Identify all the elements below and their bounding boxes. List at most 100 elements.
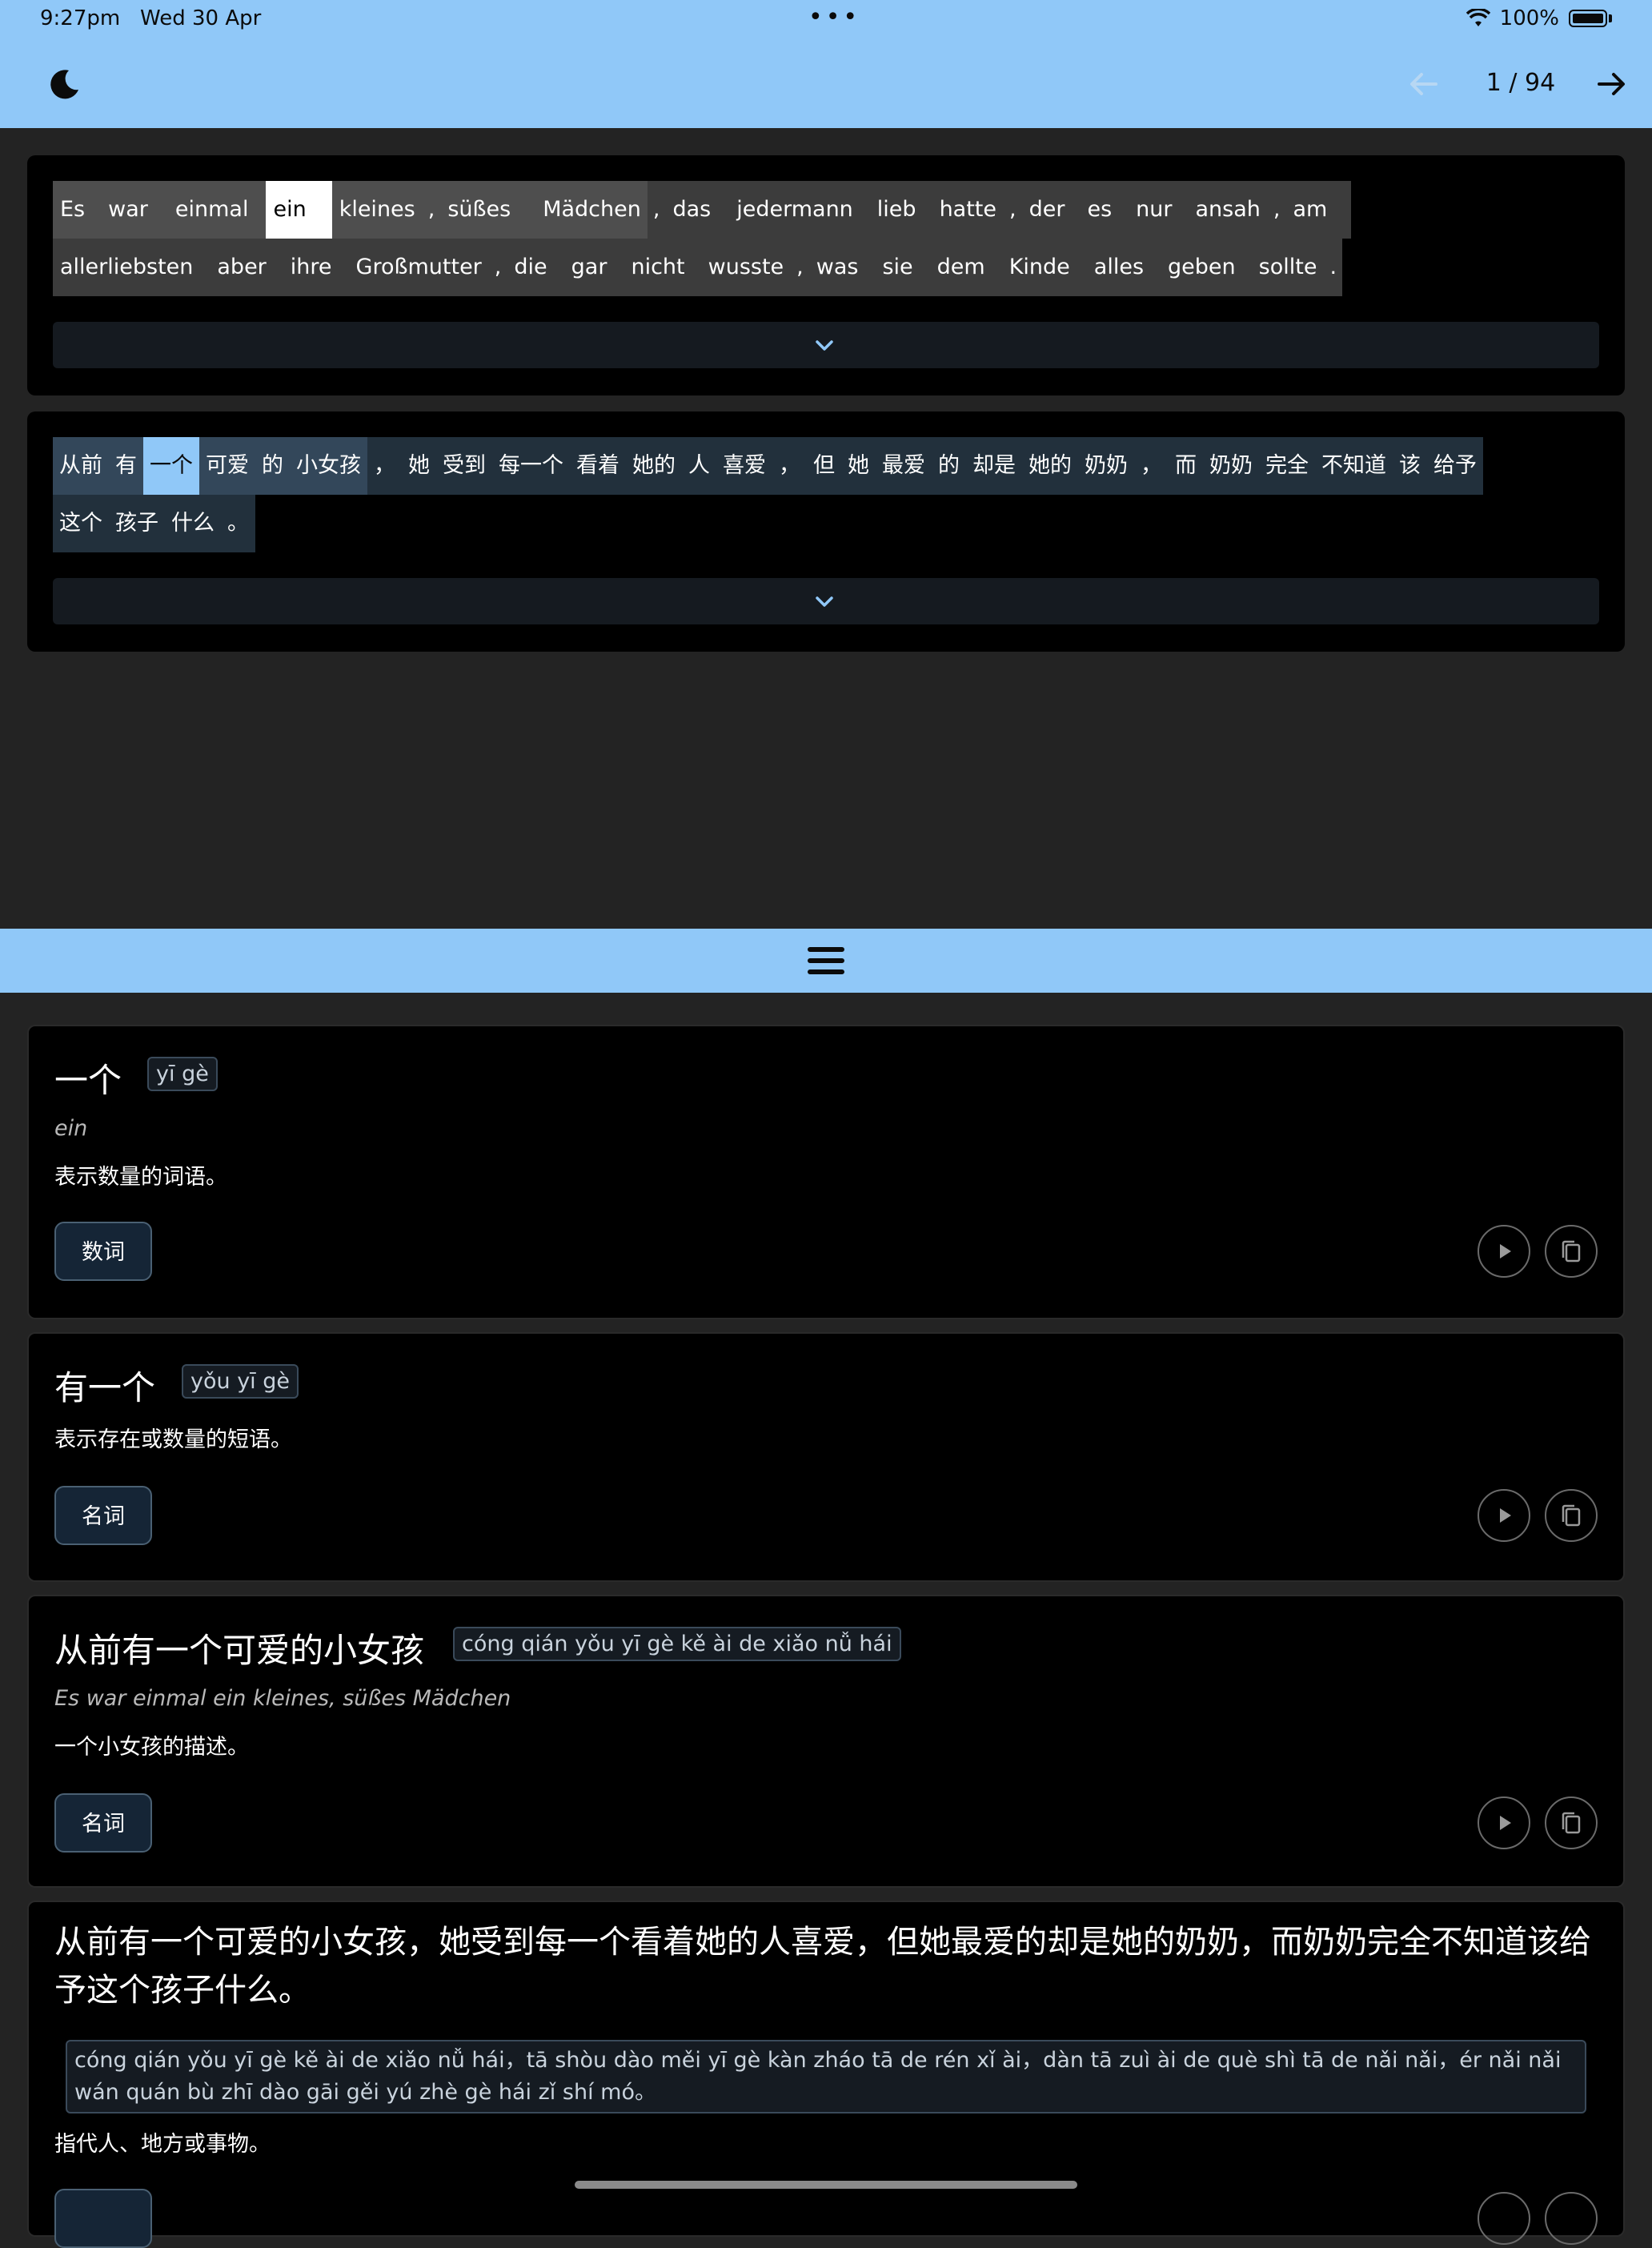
entry-definition: 指代人、地方或事物。 — [54, 2132, 271, 2157]
punct-token[interactable]: ， — [1134, 437, 1169, 495]
play-button[interactable] — [1478, 1489, 1530, 1542]
word-token[interactable]: war — [92, 181, 164, 239]
word-token[interactable]: jedermann — [728, 181, 869, 239]
word-token[interactable]: alles — [1085, 239, 1161, 296]
home-indicator[interactable] — [575, 2181, 1077, 2189]
word-token[interactable]: Kinde — [1000, 239, 1086, 296]
multitasking-dots-icon[interactable]: ••• — [808, 3, 860, 31]
word-token[interactable]: 有 — [109, 437, 143, 495]
word-token[interactable]: 从前 — [53, 437, 109, 495]
word-token[interactable]: gar — [563, 239, 624, 296]
play-button[interactable] — [1478, 2192, 1530, 2245]
word-token[interactable]: das — [665, 181, 729, 239]
word-token[interactable]: 奶奶 — [1078, 437, 1134, 495]
word-token[interactable]: Großmutter — [347, 239, 489, 296]
word-token[interactable]: 可爱 — [199, 437, 255, 495]
word-token[interactable]: 的 — [932, 437, 966, 495]
status-time: 9:27pm Wed 30 Apr — [40, 6, 262, 30]
punct-token[interactable]: 。 — [221, 495, 255, 552]
word-token[interactable]: sollte — [1251, 239, 1325, 296]
word-token-selected[interactable]: 一个 — [143, 437, 199, 495]
word-token[interactable]: 该 — [1393, 437, 1427, 495]
word-token[interactable]: sie — [874, 239, 929, 296]
word-token[interactable]: 小女孩 — [290, 437, 367, 495]
word-token[interactable]: ihre — [282, 239, 348, 296]
word-token[interactable]: es — [1079, 181, 1129, 239]
word-token[interactable]: hatte — [932, 181, 1004, 239]
punct-token[interactable]: , — [791, 239, 809, 296]
german-expand-button[interactable] — [53, 322, 1599, 368]
word-token[interactable]: 她 — [402, 437, 436, 495]
word-token[interactable]: was — [808, 239, 875, 296]
play-button[interactable] — [1478, 1225, 1530, 1278]
word-token[interactable]: nicht — [623, 239, 701, 296]
word-token[interactable]: die — [507, 239, 563, 296]
word-token[interactable]: aber — [209, 239, 283, 296]
entry-headword: 从前有一个可爱的小女孩 — [54, 1631, 425, 1670]
word-token[interactable]: kleines — [331, 181, 423, 239]
word-token[interactable]: 人 — [682, 437, 716, 495]
moon-icon[interactable] — [48, 67, 82, 101]
dictionary-entry: 有一个 yǒu yī gè 表示存在或数量的短语。 名词 — [27, 1332, 1625, 1582]
word-token[interactable]: 什么 — [165, 495, 221, 552]
copy-button[interactable] — [1545, 1225, 1598, 1278]
punct-token[interactable]: ， — [772, 437, 807, 495]
word-token[interactable]: ansah — [1188, 181, 1268, 239]
arrow-right-icon[interactable] — [1594, 67, 1628, 101]
chinese-token-row-2: 这个 孩子 什么 。 — [53, 495, 255, 552]
punct-token[interactable]: , — [647, 181, 666, 239]
word-token[interactable]: dem — [928, 239, 1001, 296]
word-token[interactable]: Mädchen — [528, 181, 648, 239]
word-token[interactable]: 每一个 — [492, 437, 570, 495]
word-token[interactable]: 她 — [841, 437, 876, 495]
word-token[interactable]: 不知道 — [1315, 437, 1393, 495]
word-token[interactable]: 她的 — [626, 437, 682, 495]
part-of-speech-button[interactable]: 名词 — [54, 1486, 152, 1545]
word-token[interactable]: 完全 — [1259, 437, 1315, 495]
word-token[interactable]: 孩子 — [109, 495, 165, 552]
word-token[interactable]: 她的 — [1022, 437, 1078, 495]
word-token[interactable]: 这个 — [53, 495, 109, 552]
copy-button[interactable] — [1545, 1489, 1598, 1542]
word-token[interactable]: nur — [1128, 181, 1189, 239]
word-token[interactable]: 而 — [1169, 437, 1203, 495]
word-token[interactable]: allerliebsten — [53, 239, 210, 296]
entry-pinyin: cóng qián yǒu yī gè kě ài de xiǎo nǚ hái… — [66, 2040, 1586, 2114]
part-of-speech-button[interactable]: 数词 — [54, 1222, 152, 1281]
word-token[interactable]: 喜爱 — [716, 437, 772, 495]
word-token[interactable]: 奶奶 — [1203, 437, 1259, 495]
play-button[interactable] — [1478, 1796, 1530, 1849]
arrow-left-icon[interactable] — [1407, 67, 1441, 101]
word-token[interactable]: lieb — [868, 181, 932, 239]
word-token[interactable]: geben — [1160, 239, 1252, 296]
word-token[interactable]: 给予 — [1427, 437, 1483, 495]
punct-token[interactable]: , — [1004, 181, 1022, 239]
punct-token[interactable]: ， — [367, 437, 402, 495]
play-icon — [1500, 1244, 1511, 1258]
part-of-speech-button[interactable] — [54, 2189, 152, 2248]
punct-token[interactable]: , — [1267, 181, 1286, 239]
word-token[interactable]: der — [1021, 181, 1080, 239]
panel-resize-handle[interactable] — [0, 929, 1652, 993]
copy-button[interactable] — [1545, 1796, 1598, 1849]
chinese-expand-button[interactable] — [53, 578, 1599, 624]
word-token-selected[interactable]: ein — [266, 181, 332, 239]
punct-token[interactable]: . — [1324, 239, 1343, 296]
punct-token[interactable]: , — [488, 239, 507, 296]
word-token[interactable]: 受到 — [436, 437, 492, 495]
word-token[interactable]: einmal — [163, 181, 267, 239]
word-token[interactable]: 却是 — [966, 437, 1022, 495]
word-token[interactable]: wusste — [700, 239, 792, 296]
word-token[interactable]: 的 — [255, 437, 290, 495]
battery-percentage: 100% — [1499, 6, 1559, 30]
word-token[interactable]: Es — [53, 181, 93, 239]
word-token[interactable]: 看着 — [570, 437, 626, 495]
copy-button[interactable] — [1545, 2192, 1598, 2245]
part-of-speech-button[interactable]: 名词 — [54, 1793, 152, 1853]
word-token[interactable]: 最爱 — [876, 437, 932, 495]
word-token[interactable]: süßes — [440, 181, 529, 239]
entry-headword: 一个 — [54, 1061, 122, 1100]
punct-token[interactable]: , — [422, 181, 441, 239]
word-token[interactable]: am — [1285, 181, 1352, 239]
word-token[interactable]: 但 — [807, 437, 841, 495]
